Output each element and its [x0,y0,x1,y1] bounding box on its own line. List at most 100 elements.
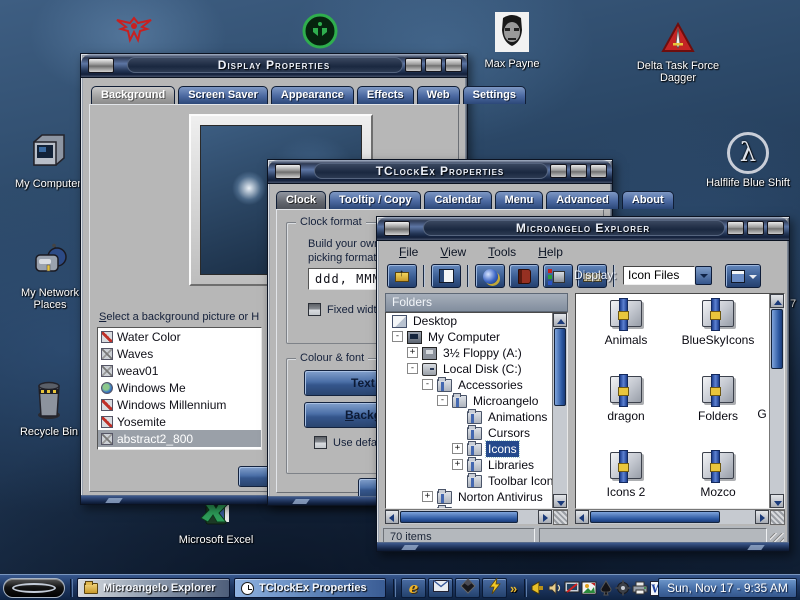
quicklaunch-desktop[interactable] [455,578,480,598]
tray-volume-icon[interactable] [547,580,563,596]
tree-item-microangelo[interactable]: -Microangelo [386,393,567,409]
use-default-checkbox[interactable] [314,436,327,449]
tray-image-icon[interactable] [581,580,597,596]
taskbar-button-microangelo[interactable]: Microangelo Explorer [77,578,230,598]
tray-megaphone-icon[interactable] [530,580,546,596]
tab-effects[interactable]: Effects [357,86,414,104]
file-list-pane[interactable]: Animals BlueSkyIcons dragon Folders Icon… [575,293,785,509]
system-menu-button[interactable] [384,221,410,236]
desktop-icon-wolfenstein[interactable] [102,14,166,50]
menu-help[interactable]: Help [538,245,563,259]
view-mode-button[interactable] [725,264,761,288]
quicklaunch-winamp[interactable] [482,578,507,598]
list-item[interactable]: Windows Millennium [98,396,261,413]
list-item[interactable]: Windows Me [98,379,261,396]
close-button[interactable] [590,164,607,178]
combobox-dropdown-button[interactable] [695,266,712,285]
desktop-icon-recycle-bin[interactable]: Recycle Bin [10,378,88,438]
file-item[interactable]: dragon [582,376,670,423]
scroll-right-button[interactable] [755,510,769,524]
scrollbar-thumb[interactable] [771,309,783,369]
collapse-expander[interactable]: - [407,363,418,374]
taskbar-button-tclockex[interactable]: TClockEx Properties [234,578,386,598]
folder-tree[interactable]: Desktop -My Computer +3½ Floppy (A:) -Lo… [385,312,568,509]
tree-item-local-disk[interactable]: -Local Disk (C:) [386,361,567,377]
files-horizontal-scrollbar[interactable] [575,509,785,524]
tree-item-norton-antivirus[interactable]: +Norton Antivirus [386,489,567,505]
tree-item-animations[interactable]: Animations [386,409,567,425]
taskbar-clock[interactable]: Sun, Nov 17 - 9:35 AM [658,578,797,598]
start-button[interactable] [3,578,65,598]
file-item[interactable]: Folders [674,376,762,423]
quicklaunch-mail[interactable] [428,578,453,598]
collapse-expander[interactable]: - [392,331,403,342]
library-book-button[interactable] [509,264,539,288]
tree-item-accessories[interactable]: -Accessories [386,377,567,393]
tclockex-titlebar[interactable]: TClockEx Properties [268,160,612,184]
tab-menu[interactable]: Menu [495,191,544,209]
file-item[interactable]: Mozco [674,452,762,499]
chevron-more-icon[interactable]: » [510,581,517,596]
file-item[interactable]: Icons 2 [582,452,670,499]
scroll-left-button[interactable] [575,510,589,524]
tab-about[interactable]: About [622,191,674,209]
tab-calendar[interactable]: Calendar [424,191,491,209]
list-item[interactable]: Yosemite [98,413,261,430]
tree-item-my-computer[interactable]: -My Computer [386,329,567,345]
tree-item-icons-selected[interactable]: +Icons [386,441,567,457]
tray-spade-icon[interactable] [598,580,614,596]
expand-expander[interactable]: + [422,491,433,502]
menu-tools[interactable]: Tools [488,245,516,259]
desktop-icon-microsoft-excel[interactable]: Microsoft Excel [168,498,264,546]
list-item[interactable]: Water Color [98,328,261,345]
scrollbar-thumb[interactable] [554,328,566,406]
maximize-button[interactable] [747,221,764,235]
fixed-width-checkbox[interactable] [308,303,321,316]
tab-tooltip-copy[interactable]: Tooltip / Copy [329,191,422,209]
tree-item-cursors[interactable]: Cursors [386,425,567,441]
desktop-icon-my-computer[interactable]: My Computer [10,132,86,190]
files-vertical-scrollbar[interactable] [769,294,784,508]
quicklaunch-internet-explorer[interactable]: e [401,578,426,598]
display-properties-titlebar[interactable]: Display Properties [81,54,467,78]
list-item[interactable]: weav01 [98,362,261,379]
tree-item-toolbar-icons[interactable]: Toolbar Icon [386,473,567,489]
collapse-expander[interactable]: - [437,395,448,406]
colors-tool-button[interactable] [543,264,573,288]
expand-expander[interactable]: + [452,459,463,470]
desktop-icon-delta-force[interactable]: Delta Task Force Dagger [630,22,726,84]
up-one-level-button[interactable]: ↑ [387,264,417,288]
scroll-up-button[interactable] [553,313,567,327]
collapse-expander[interactable]: - [422,379,433,390]
display-filter-combobox[interactable]: Icon Files [623,266,695,285]
file-item-partial[interactable]: G [754,407,770,421]
panels-view-button[interactable] [431,264,461,288]
tab-clock[interactable]: Clock [276,191,326,209]
expand-expander[interactable]: + [407,347,418,358]
tab-screen-saver[interactable]: Screen Saver [178,86,268,104]
desktop-icon-green-orb[interactable] [288,12,352,56]
file-item[interactable]: Animals [582,300,670,347]
tab-appearance[interactable]: Appearance [271,86,354,104]
tree-item-floppy[interactable]: +3½ Floppy (A:) [386,345,567,361]
maximize-button[interactable] [570,164,587,178]
close-button[interactable] [767,221,784,235]
minimize-button[interactable] [550,164,567,178]
maximize-button[interactable] [425,58,442,72]
tree-horizontal-scrollbar[interactable] [385,509,568,524]
menu-file[interactable]: File [399,245,418,259]
system-menu-button[interactable] [88,58,114,73]
tab-settings[interactable]: Settings [463,86,526,104]
scroll-down-button[interactable] [553,494,567,508]
scroll-down-button[interactable] [770,494,784,508]
tray-gear-icon[interactable] [615,580,631,596]
desktop-icon-halflife-blue-shift[interactable]: λ Halflife Blue Shift [698,132,798,189]
minimize-button[interactable] [727,221,744,235]
scroll-right-button[interactable] [538,510,552,524]
tab-background[interactable]: Background [91,86,175,104]
scrollbar-thumb[interactable] [590,511,720,523]
scroll-left-button[interactable] [385,510,399,524]
tab-web[interactable]: Web [417,86,460,104]
list-item[interactable]: Waves [98,345,261,362]
tray-printer-icon[interactable] [632,580,648,596]
